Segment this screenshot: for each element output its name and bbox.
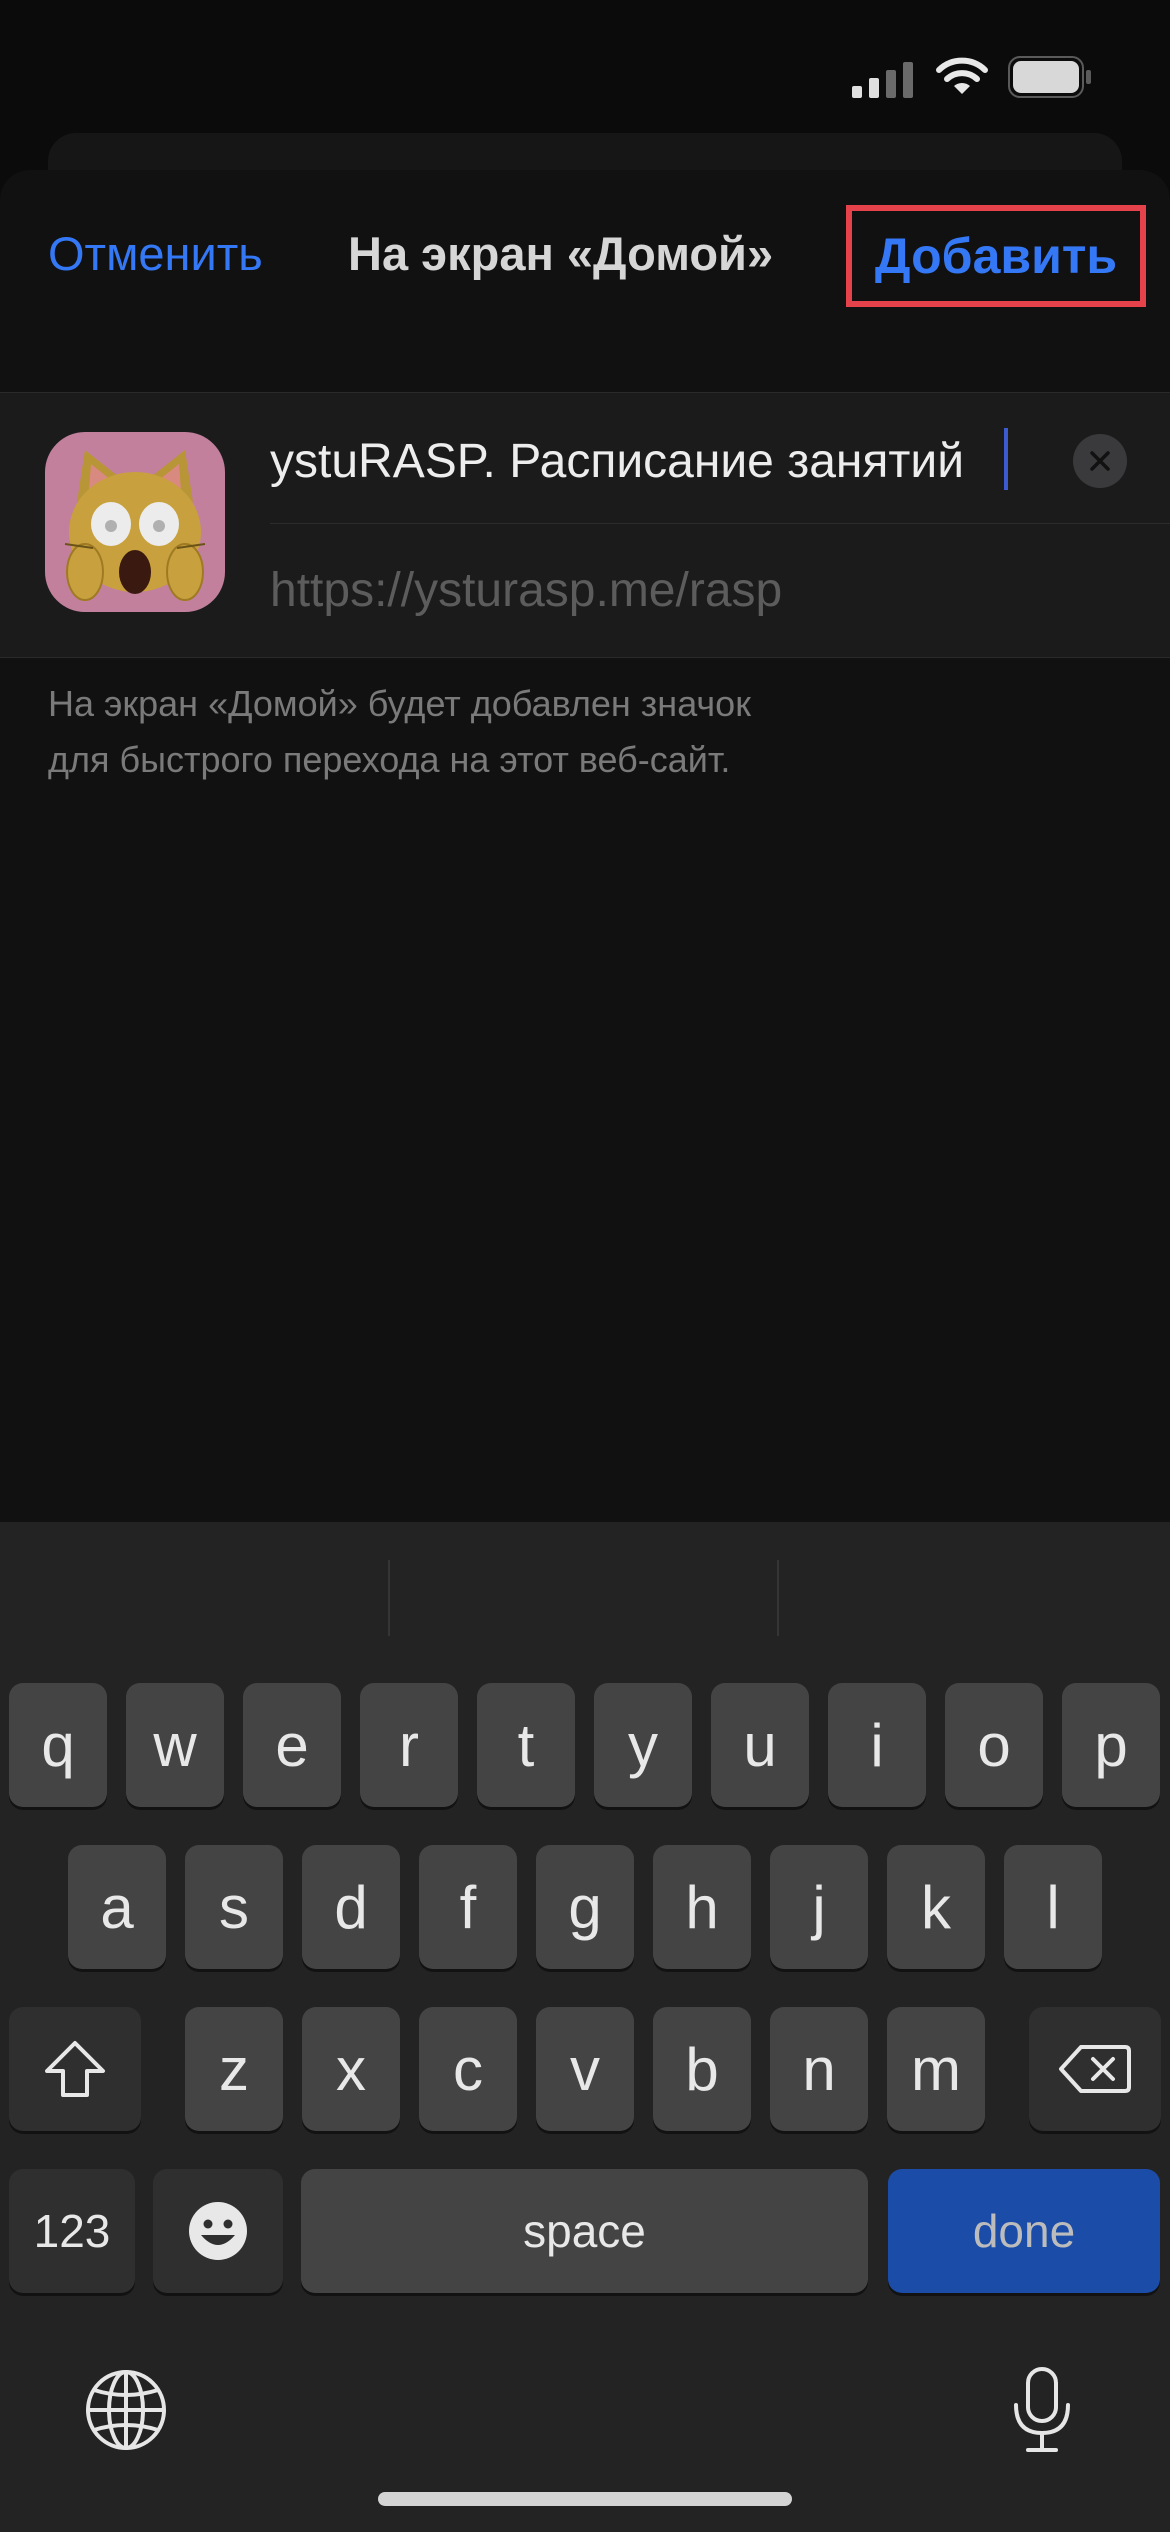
key-k[interactable]: k bbox=[887, 1845, 985, 1969]
key-n[interactable]: n bbox=[770, 2007, 868, 2131]
key-u[interactable]: u bbox=[711, 1683, 809, 1807]
key-e[interactable]: e bbox=[243, 1683, 341, 1807]
status-bar bbox=[0, 0, 1170, 140]
bookmark-url: https://ysturasp.me/rasp bbox=[270, 564, 783, 617]
backspace-icon bbox=[1059, 2045, 1131, 2093]
space-key[interactable]: space bbox=[301, 2169, 868, 2293]
shift-key[interactable] bbox=[9, 2007, 141, 2131]
key-v[interactable]: v bbox=[536, 2007, 634, 2131]
microphone-icon[interactable] bbox=[1010, 2365, 1074, 2455]
shift-icon bbox=[45, 2041, 105, 2097]
emoji-key[interactable] bbox=[153, 2169, 283, 2293]
add-to-home-sheet bbox=[0, 170, 1170, 1522]
add-button-label: Добавить bbox=[874, 228, 1118, 284]
key-w[interactable]: w bbox=[126, 1683, 224, 1807]
prediction-divider bbox=[777, 1560, 779, 1636]
key-y[interactable]: y bbox=[594, 1683, 692, 1807]
hint-text: На экран «Домой» будет добавлен значок д… bbox=[48, 676, 1048, 788]
key-r[interactable]: r bbox=[360, 1683, 458, 1807]
globe-icon[interactable] bbox=[84, 2368, 168, 2452]
home-indicator bbox=[378, 2492, 792, 2506]
bookmark-name-input[interactable] bbox=[270, 425, 1010, 497]
key-d[interactable]: d bbox=[302, 1845, 400, 1969]
wifi-icon bbox=[936, 57, 988, 94]
add-button[interactable]: Добавить bbox=[846, 205, 1146, 307]
key-q[interactable]: q bbox=[9, 1683, 107, 1807]
key-c[interactable]: c bbox=[419, 2007, 517, 2131]
backspace-key[interactable] bbox=[1029, 2007, 1161, 2131]
key-z[interactable]: z bbox=[185, 2007, 283, 2131]
hint-line-2: для быстрого перехода на этот веб-сайт. bbox=[48, 739, 731, 780]
clear-text-button[interactable] bbox=[1073, 434, 1127, 488]
key-j[interactable]: j bbox=[770, 1845, 868, 1969]
cancel-button[interactable]: Отменить bbox=[48, 226, 263, 281]
key-i[interactable]: i bbox=[828, 1683, 926, 1807]
key-l[interactable]: l bbox=[1004, 1845, 1102, 1969]
cellular-signal-icon bbox=[852, 62, 913, 98]
scared-cat-emoji-icon bbox=[45, 432, 225, 612]
numbers-key[interactable]: 123 bbox=[9, 2169, 135, 2293]
key-g[interactable]: g bbox=[536, 1845, 634, 1969]
prediction-divider bbox=[388, 1560, 390, 1636]
key-o[interactable]: o bbox=[945, 1683, 1043, 1807]
field-divider bbox=[270, 523, 1170, 524]
emoji-icon bbox=[189, 2202, 247, 2260]
key-s[interactable]: s bbox=[185, 1845, 283, 1969]
text-cursor bbox=[1004, 428, 1008, 490]
key-b[interactable]: b bbox=[653, 2007, 751, 2131]
done-key[interactable]: done bbox=[888, 2169, 1160, 2293]
page-title: На экран «Домой» bbox=[348, 227, 774, 280]
key-p[interactable]: p bbox=[1062, 1683, 1160, 1807]
key-a[interactable]: a bbox=[68, 1845, 166, 1969]
battery-icon bbox=[1008, 56, 1091, 98]
key-f[interactable]: f bbox=[419, 1845, 517, 1969]
key-x[interactable]: x bbox=[302, 2007, 400, 2131]
hint-line-1: На экран «Домой» будет добавлен значок bbox=[48, 683, 751, 724]
key-m[interactable]: m bbox=[887, 2007, 985, 2131]
close-icon bbox=[1090, 451, 1110, 471]
key-t[interactable]: t bbox=[477, 1683, 575, 1807]
key-h[interactable]: h bbox=[653, 1845, 751, 1969]
